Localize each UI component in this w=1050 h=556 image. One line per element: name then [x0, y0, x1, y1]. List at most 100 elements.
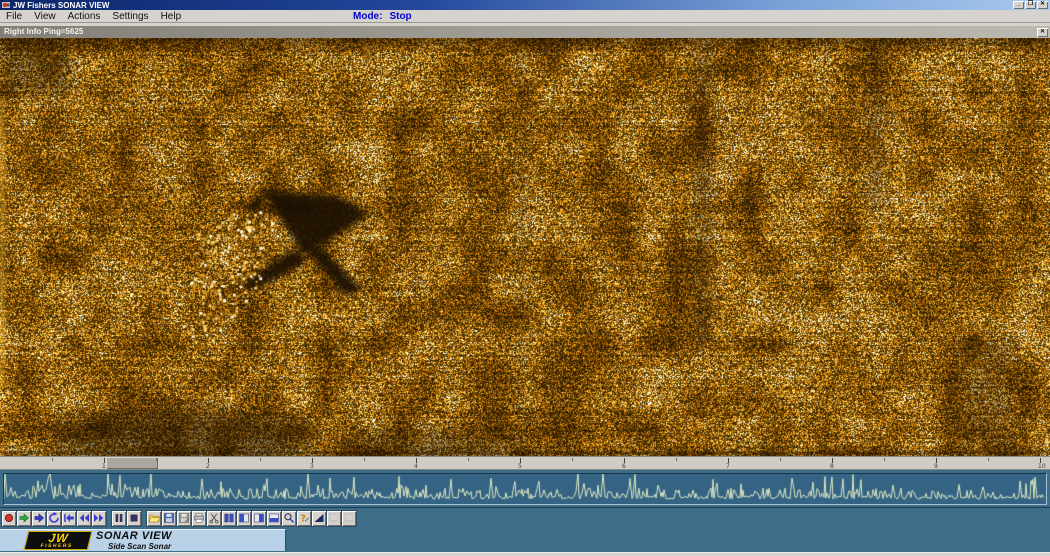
logo-jw-text: JW [48, 533, 70, 544]
record-icon [3, 512, 15, 524]
right-channel-button[interactable] [252, 511, 266, 526]
logo-fishers-text: FISHERS [40, 544, 73, 549]
printer-icon [193, 512, 205, 524]
logo-wordmark: SONAR VIEW Side Scan Sonar [96, 531, 172, 551]
menu-items: FileViewActionsSettingsHelp [0, 11, 187, 22]
sonar-window-close-button[interactable]: ✕ [1037, 28, 1048, 37]
mode-value: Stop [389, 11, 411, 22]
split-view-button[interactable] [222, 511, 236, 526]
ruler-label: 10 [1038, 463, 1046, 470]
double-arrow-left-icon [78, 512, 90, 524]
zoom-button[interactable] [282, 511, 296, 526]
split-vertical-icon [223, 512, 235, 524]
loop-icon [48, 512, 60, 524]
menu-item-help[interactable]: Help [155, 11, 188, 22]
save-button[interactable] [162, 511, 176, 526]
title-bar: JW Fishers SONAR VIEW _ ❐ ✕ [0, 0, 1050, 10]
bottom-bar: JW FISHERS SONAR VIEW Side Scan Sonar [0, 528, 1050, 552]
svg-text:?: ? [300, 513, 306, 524]
extra-button-2[interactable] [342, 511, 356, 526]
fast-forward-button[interactable] [92, 511, 106, 526]
ruler-label: 3 [310, 463, 314, 470]
bottom-pane-button[interactable] [267, 511, 281, 526]
pause-icon [113, 512, 125, 524]
ruler-tick-minor [364, 458, 365, 461]
ruler-tick-minor [468, 458, 469, 461]
pause-button[interactable] [112, 511, 126, 526]
ruler-tick-minor [52, 458, 53, 461]
scissors-icon [208, 512, 220, 524]
product-name: SONAR VIEW [96, 531, 172, 542]
minimize-button[interactable]: _ [1013, 1, 1024, 9]
save-as-button[interactable] [177, 511, 191, 526]
floppy-icon [163, 512, 175, 524]
ruler-tick-minor [572, 458, 573, 461]
menu-item-file[interactable]: File [0, 11, 28, 22]
arrow-right-icon [33, 512, 45, 524]
ruler-label: 8 [830, 463, 834, 470]
menu-bar: FileViewActionsSettingsHelp Mode: Stop [0, 10, 1050, 23]
stop-icon [128, 512, 140, 524]
app-window: JW Fishers SONAR VIEW _ ❐ ✕ FileViewActi… [0, 0, 1050, 556]
ruler-tick-minor [988, 458, 989, 461]
step-back-button[interactable] [62, 511, 76, 526]
signal-trace [3, 473, 1047, 505]
sonar-image[interactable] [0, 38, 1050, 456]
menu-item-view[interactable]: View [28, 11, 62, 22]
arrow-left-bar-icon [63, 512, 75, 524]
maximize-button[interactable]: ❐ [1025, 1, 1036, 9]
menu-item-settings[interactable]: Settings [106, 11, 154, 22]
ruler-tick-minor [156, 458, 157, 461]
blank-icon [328, 512, 340, 524]
window-controls: _ ❐ ✕ [1012, 1, 1048, 9]
pane-bottom-icon [268, 512, 280, 524]
ruler-label: 9 [934, 463, 938, 470]
sonar-window-title: Right Info Ping=5625 [4, 26, 83, 38]
print-button[interactable] [192, 511, 206, 526]
signal-display-button[interactable] [312, 511, 326, 526]
ruler-label: 7 [726, 463, 730, 470]
logo-panel: JW FISHERS SONAR VIEW Side Scan Sonar [0, 529, 286, 551]
ruler-tick-minor [780, 458, 781, 461]
ruler-tick-minor [676, 458, 677, 461]
ruler-label: 2 [206, 463, 210, 470]
floppy-gray-icon [178, 512, 190, 524]
jw-fishers-logo: JW FISHERS [24, 531, 93, 550]
pane-right-icon [253, 512, 265, 524]
close-button[interactable]: ✕ [1037, 1, 1048, 9]
stop-button[interactable] [127, 511, 141, 526]
rewind-button[interactable] [77, 511, 91, 526]
ruler-label: 4 [414, 463, 418, 470]
blank-icon [343, 512, 355, 524]
ruler-label: 5 [518, 463, 522, 470]
ruler-tick-minor [260, 458, 261, 461]
app-icon [2, 1, 10, 9]
pane-left-icon [238, 512, 250, 524]
cut-button[interactable] [207, 511, 221, 526]
ruler-thumb[interactable] [106, 457, 158, 469]
mode-indicator: Mode: Stop [353, 10, 412, 23]
magnifier-icon [283, 512, 295, 524]
open-folder-icon [148, 512, 160, 524]
signal-icon [313, 512, 325, 524]
green-arrow-icon [18, 512, 30, 524]
help-button[interactable]: ? [297, 511, 311, 526]
toolbar: ? [0, 507, 1050, 528]
mark-button[interactable] [17, 511, 31, 526]
help-icon: ? [298, 512, 310, 524]
extra-button-1[interactable] [327, 511, 341, 526]
position-ruler[interactable]: 1 2 3 4 5 6 7 8 9 10 [0, 456, 1050, 470]
double-arrow-right-icon [93, 512, 105, 524]
ruler-label: 1 [102, 463, 106, 470]
left-channel-button[interactable] [237, 511, 251, 526]
menu-item-actions[interactable]: Actions [62, 11, 107, 22]
window-title: JW Fishers SONAR VIEW [13, 1, 1012, 10]
record-button[interactable] [2, 511, 16, 526]
replay-button[interactable] [47, 511, 61, 526]
play-button[interactable] [32, 511, 46, 526]
open-file-button[interactable] [147, 511, 161, 526]
mode-label: Mode: [353, 11, 382, 22]
ruler-tick-minor [884, 458, 885, 461]
ruler-label: 6 [622, 463, 626, 470]
sonar-window-caption[interactable]: Right Info Ping=5625 ✕ [0, 26, 1050, 38]
